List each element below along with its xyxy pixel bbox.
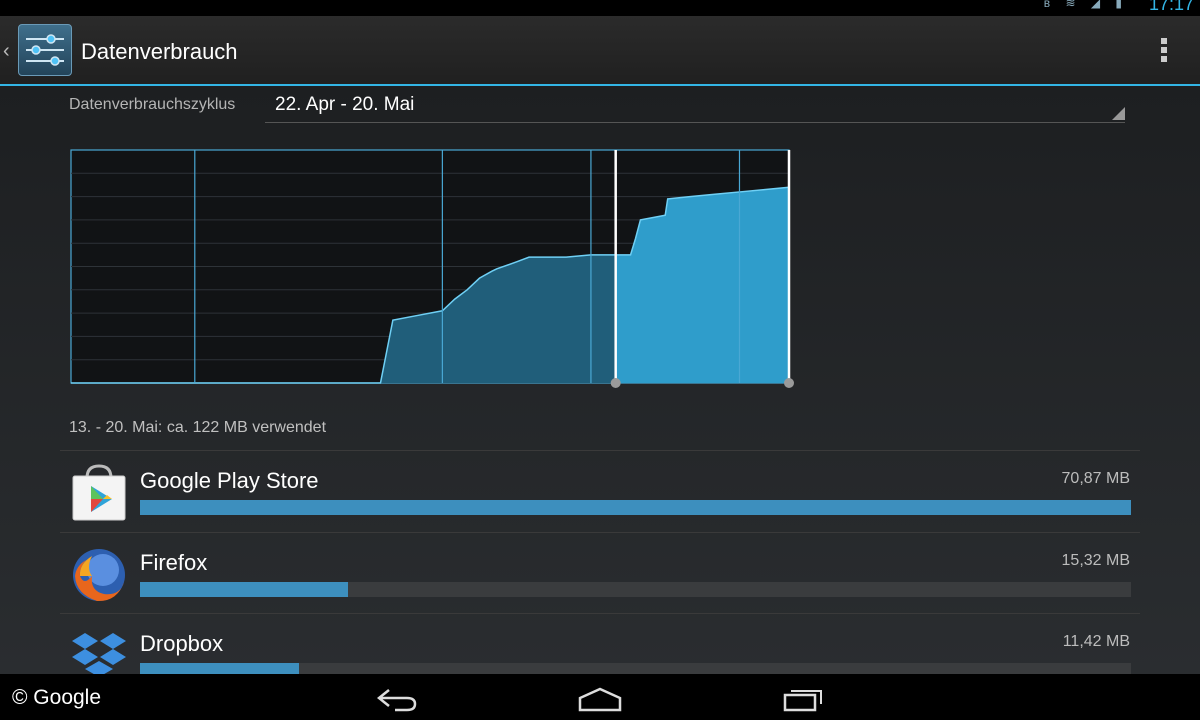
status-time: 17:17 — [1148, 0, 1194, 14]
back-icon[interactable] — [375, 686, 419, 712]
overflow-menu-icon[interactable] — [1160, 38, 1168, 66]
usage-chart[interactable] — [60, 142, 800, 392]
dropdown-arrow-icon — [1112, 107, 1125, 120]
divider — [60, 613, 1140, 614]
copyright-text: © Google — [12, 686, 102, 709]
app-name: Firefox — [140, 550, 208, 575]
app-row-firefox[interactable]: Firefox 15,32 MB — [60, 534, 1140, 614]
status-icons: ʙ ≋ ◢ ▮ — [1043, 0, 1128, 10]
settings-sliders-icon[interactable] — [18, 24, 72, 76]
divider — [60, 450, 1140, 451]
content-area: Datenverbrauchszyklus 22. Apr - 20. Mai … — [0, 86, 1200, 678]
app-usage: 11,42 MB — [1062, 633, 1130, 650]
app-name: Dropbox — [140, 631, 224, 656]
cycle-value: 22. Apr - 20. Mai — [275, 94, 415, 115]
app-usage: 70,87 MB — [1061, 470, 1130, 487]
home-icon[interactable] — [576, 686, 624, 712]
usage-summary: 13. - 20. Mai: ca. 122 MB verwendet — [69, 419, 327, 436]
app-name: Google Play Store — [140, 468, 319, 493]
navigation-bar: © Google — [0, 674, 1200, 720]
divider — [60, 532, 1140, 533]
action-bar: ‹ Datenverbrauch — [0, 16, 1200, 84]
usage-bar — [140, 500, 1131, 515]
page-title: Datenverbrauch — [81, 39, 238, 64]
play-store-icon — [72, 464, 126, 521]
selection-start-handle[interactable] — [610, 378, 621, 388]
cycle-label: Datenverbrauchszyklus — [69, 96, 236, 113]
usage-bar-track — [140, 500, 1131, 515]
app-row-play-store[interactable]: Google Play Store 70,87 MB — [60, 452, 1140, 532]
selection-end-handle[interactable] — [784, 378, 794, 388]
usage-bar-track — [140, 582, 1131, 597]
app-usage: 15,32 MB — [1061, 552, 1130, 569]
status-bar: ʙ ≋ ◢ ▮ 17:17 — [0, 0, 1200, 16]
recent-apps-icon[interactable] — [782, 686, 826, 712]
cycle-dropdown[interactable]: 22. Apr - 20. Mai — [265, 90, 1125, 123]
firefox-icon — [73, 549, 125, 602]
usage-bar — [140, 582, 349, 597]
back-chevron-icon[interactable]: ‹ — [3, 40, 10, 63]
